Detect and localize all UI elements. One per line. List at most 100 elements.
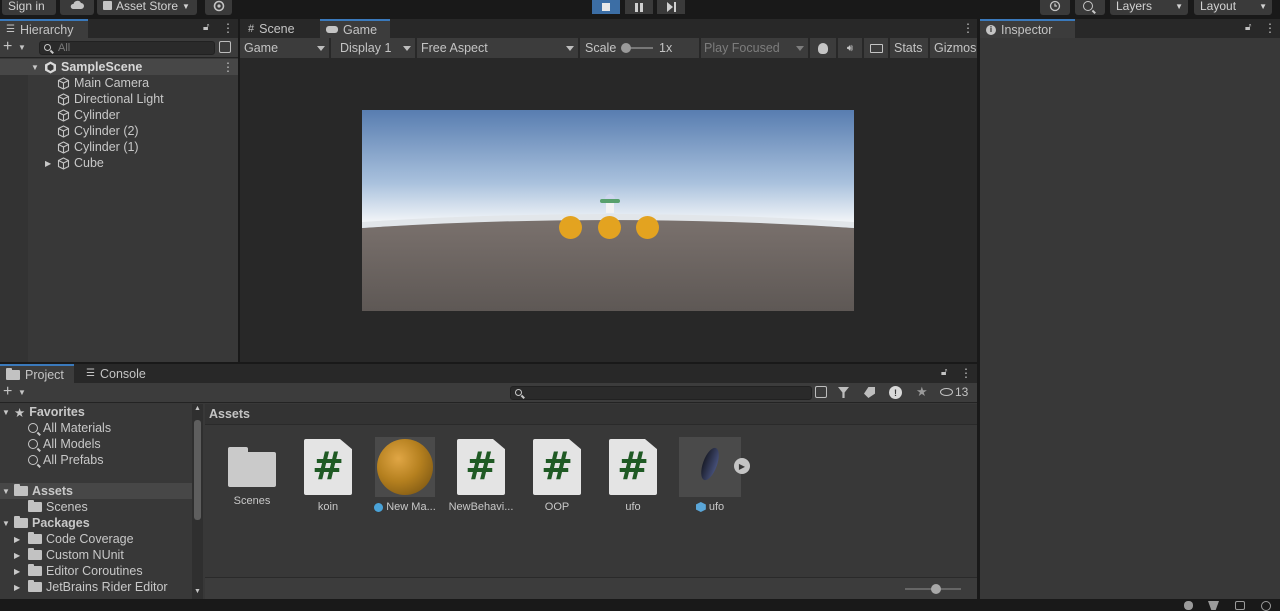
hierarchy-item-label: Cylinder	[74, 108, 120, 122]
icon-size-slider[interactable]	[905, 584, 961, 594]
search-button[interactable]	[1075, 0, 1105, 15]
collapsed-arrow-icon[interactable]: ▶	[14, 567, 28, 576]
play-button[interactable]	[592, 0, 620, 14]
tree-scrollbar[interactable]: ▲ ▼	[192, 404, 203, 599]
play-focused-dropdown[interactable]: Play Focused	[701, 38, 808, 58]
lock-icon[interactable]: 🔓︎	[203, 22, 209, 33]
display-dropdown[interactable]: Display 1	[331, 38, 415, 58]
favorites-row[interactable]: ▼ ★ Favorites	[0, 404, 192, 420]
asset-tile-script[interactable]: # ufo	[597, 437, 669, 513]
assets-folder-row[interactable]: ▼ Assets	[0, 483, 192, 499]
pause-button[interactable]	[625, 0, 653, 14]
keyboard-toggle[interactable]	[864, 38, 888, 58]
lock-icon[interactable]: 🔓︎	[941, 367, 947, 378]
asset-footer	[205, 577, 977, 599]
scroll-down-arrow-icon[interactable]: ▼	[194, 588, 201, 595]
bug-toggle[interactable]	[810, 38, 836, 58]
search-by-type-icon[interactable]	[815, 386, 827, 398]
kebab-menu-icon[interactable]: ⋮	[960, 366, 972, 380]
asset-tile-folder[interactable]: Scenes	[216, 437, 288, 507]
kebab-menu-icon[interactable]: ⋮	[962, 21, 974, 35]
kebab-menu-icon[interactable]: ⋮	[222, 60, 234, 74]
hierarchy-item[interactable]: Cylinder	[0, 107, 238, 123]
asset-tile-script[interactable]: # koin	[292, 437, 364, 513]
asset-store-button[interactable]: Asset Store ▼	[97, 0, 197, 15]
packages-row[interactable]: ▼ Packages	[0, 515, 192, 531]
tab-inspector[interactable]: i Inspector	[980, 19, 1075, 38]
asset-tile-script[interactable]: # NewBehavi...	[445, 437, 517, 513]
filter-by-type-icon[interactable]	[838, 387, 849, 398]
breadcrumb-assets[interactable]: Assets	[209, 407, 250, 421]
package-row[interactable]: ▶ Editor Coroutines	[14, 563, 143, 579]
collapsed-arrow-icon[interactable]: ▶	[14, 551, 28, 560]
collapsed-arrow-icon[interactable]: ▶	[14, 583, 28, 592]
warning-icon[interactable]: !	[889, 386, 902, 399]
add-icon[interactable]: +	[3, 383, 12, 401]
favorite-item[interactable]: All Prefabs	[28, 452, 103, 468]
hierarchy-search-input[interactable]: All	[39, 41, 215, 55]
collapsed-arrow-icon[interactable]: ▶	[14, 535, 28, 544]
tab-console[interactable]: ☰ Console	[80, 364, 160, 383]
cloud-button[interactable]	[60, 0, 94, 15]
display-label: Display 1	[340, 41, 392, 55]
package-row[interactable]: ▶ Code Coverage	[14, 531, 134, 547]
chevron-down-icon[interactable]: ▼	[18, 43, 26, 52]
aspect-dropdown[interactable]: Free Aspect	[417, 38, 578, 58]
lock-icon[interactable]: 🔓︎	[1245, 22, 1251, 33]
kebab-menu-icon[interactable]: ⋮	[222, 21, 234, 35]
hierarchy-item[interactable]: ▶ Cube	[0, 155, 238, 171]
label-tag-icon[interactable]	[864, 387, 875, 398]
tab-scene[interactable]: # Scene	[242, 19, 316, 38]
layers-dropdown[interactable]: Layers ▼	[1110, 0, 1188, 15]
asset-tile-model[interactable]: ▶ ufo	[674, 437, 750, 513]
step-button[interactable]	[657, 0, 685, 14]
chevron-down-icon[interactable]: ▼	[18, 388, 26, 397]
expand-arrow-icon[interactable]: ▼	[2, 487, 14, 496]
stats-button[interactable]: Stats	[890, 38, 928, 58]
project-search-input[interactable]	[510, 386, 812, 400]
game-render[interactable]	[362, 110, 854, 311]
layout-dropdown[interactable]: Layout ▼	[1194, 0, 1272, 15]
tab-hierarchy[interactable]: ☰ Hierarchy	[0, 19, 88, 38]
scene-visibility-icon[interactable]	[219, 41, 231, 53]
expand-arrow-icon[interactable]: ▼	[31, 63, 39, 72]
undo-history-button[interactable]	[1040, 0, 1070, 15]
add-icon[interactable]: +	[3, 38, 12, 56]
asset-tile-script[interactable]: # OOP	[521, 437, 593, 513]
hidden-packages-toggle[interactable]: 13	[940, 385, 968, 399]
folder-row-scenes[interactable]: Scenes	[28, 499, 88, 515]
hierarchy-item[interactable]: Cylinder (1)	[0, 139, 238, 155]
scale-slider[interactable]	[621, 43, 653, 53]
package-row[interactable]: ▶ Custom NUnit	[14, 547, 124, 563]
folder-icon	[28, 532, 42, 544]
expand-prefab-arrow-icon[interactable]: ▶	[734, 458, 750, 474]
icon-size-thumb[interactable]	[931, 584, 941, 594]
scroll-up-arrow-icon[interactable]: ▲	[194, 405, 201, 412]
services-button[interactable]	[205, 0, 232, 15]
star-icon[interactable]: ★	[916, 384, 928, 400]
sign-in-button[interactable]: Sign in	[2, 0, 56, 15]
gizmos-button[interactable]: Gizmos	[930, 38, 977, 58]
collapsed-arrow-icon[interactable]: ▶	[45, 159, 51, 168]
scene-row[interactable]: ▼ SampleScene ⋮	[0, 59, 238, 75]
expand-arrow-icon[interactable]: ▼	[2, 519, 14, 528]
favorite-item[interactable]: All Materials	[28, 420, 111, 436]
scale-slider-thumb[interactable]	[621, 43, 631, 53]
package-row[interactable]: ▶ JetBrains Rider Editor	[14, 579, 168, 595]
account-status-icon[interactable]	[1261, 601, 1271, 611]
mute-audio-toggle[interactable]: 🔊︎	[838, 38, 862, 58]
asset-tile-material[interactable]: New Ma...	[369, 437, 441, 513]
cache-server-icon[interactable]	[1235, 601, 1245, 610]
scrollbar-thumb[interactable]	[194, 420, 201, 520]
bug-icon[interactable]	[1184, 601, 1193, 610]
favorite-item[interactable]: All Models	[28, 436, 101, 452]
tab-game[interactable]: Game	[320, 19, 390, 38]
progress-icon[interactable]	[1208, 601, 1219, 610]
hierarchy-item[interactable]: Main Camera	[0, 75, 238, 91]
tab-project[interactable]: Project	[0, 364, 74, 383]
expand-arrow-icon[interactable]: ▼	[2, 408, 14, 417]
view-mode-dropdown[interactable]: Game	[240, 38, 329, 58]
hierarchy-item[interactable]: Directional Light	[0, 91, 238, 107]
hierarchy-item[interactable]: Cylinder (2)	[0, 123, 238, 139]
kebab-menu-icon[interactable]: ⋮	[1264, 21, 1276, 35]
